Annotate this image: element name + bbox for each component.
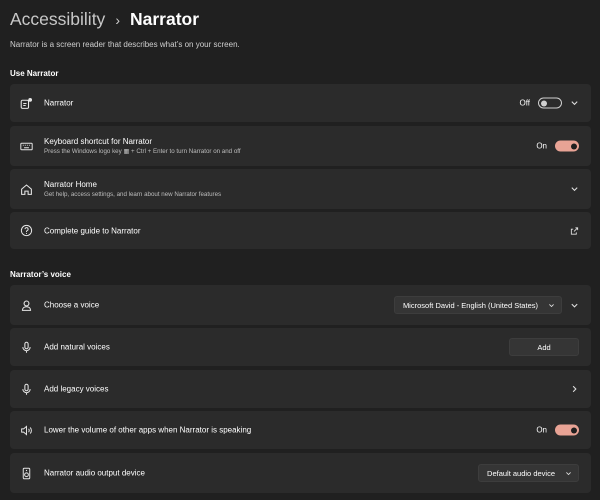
page-title: Narrator: [129, 8, 200, 29]
chevron-down-icon[interactable]: [570, 301, 579, 310]
keyboard-shortcut-card: Keyboard shortcut for Narrator Press the…: [10, 126, 591, 166]
chevron-down-icon[interactable]: [570, 99, 579, 108]
speaker-device-icon: [20, 467, 33, 480]
keyboard-shortcut-title: Keyboard shortcut for Narrator: [44, 137, 153, 146]
microphone-icon: [20, 341, 33, 354]
section-title-use-narrator: Use Narrator: [10, 69, 59, 78]
complete-guide-card[interactable]: Complete guide to Narrator: [10, 212, 591, 249]
keyboard-shortcut-subtitle: Press the Windows logo key ▦ + Ctrl + En…: [44, 148, 241, 155]
legacy-voices-card[interactable]: Add legacy voices: [10, 370, 591, 408]
audio-output-title: Narrator audio output device: [44, 468, 145, 478]
voice-dropdown[interactable]: Microsoft David - English (United States…: [393, 296, 562, 314]
lower-volume-title: Lower the volume of other apps when Narr…: [44, 425, 252, 435]
narrator-home-subtitle: Get help, access settings, and learn abo…: [44, 191, 222, 198]
page-description: Narrator is a screen reader that describ…: [10, 40, 240, 49]
narrator-card[interactable]: Narrator Off: [10, 84, 591, 122]
help-icon: [20, 224, 33, 237]
narrator-state-label: Off: [519, 98, 530, 108]
breadcrumb: Accessibility › Narrator: [10, 6, 199, 32]
choose-voice-card[interactable]: Choose a voice Microsoft David - English…: [10, 285, 591, 325]
section-title-narrators-voice: Narrator’s voice: [10, 270, 71, 279]
voice-dropdown-value: Microsoft David - English (United States…: [402, 300, 538, 310]
chevron-down-icon: [565, 470, 572, 477]
natural-voices-title: Add natural voices: [44, 342, 110, 352]
audio-output-dropdown-value: Default audio device: [487, 468, 555, 478]
breadcrumb-separator: ›: [115, 11, 120, 28]
volume-icon: [20, 424, 33, 437]
keyboard-shortcut-state-label: On: [536, 141, 547, 151]
breadcrumb-accessibility[interactable]: Accessibility: [10, 9, 105, 30]
narrator-settings-page: Accessibility › Narrator Narrator is a s…: [0, 0, 600, 500]
person-voice-icon: [20, 299, 33, 312]
chevron-down-icon[interactable]: [570, 185, 579, 194]
narrator-home-card[interactable]: Narrator Home Get help, access settings,…: [10, 169, 591, 209]
add-voice-button[interactable]: Add: [509, 338, 579, 356]
narrator-icon: [20, 97, 33, 110]
external-link-icon[interactable]: [570, 226, 579, 235]
narrator-toggle[interactable]: [538, 97, 562, 109]
narrator-title: Narrator: [44, 98, 74, 108]
chevron-down-icon: [548, 302, 555, 309]
choose-voice-title: Choose a voice: [44, 300, 100, 310]
lower-volume-toggle[interactable]: [555, 424, 579, 436]
natural-voices-card: Add natural voices Add: [10, 328, 591, 366]
audio-output-card: Narrator audio output device Default aud…: [10, 453, 591, 493]
home-icon: [20, 183, 33, 196]
keyboard-icon: [20, 140, 33, 153]
legacy-voices-title: Add legacy voices: [44, 384, 109, 394]
audio-output-dropdown[interactable]: Default audio device: [478, 464, 579, 482]
chevron-right-icon[interactable]: [570, 385, 579, 394]
lower-volume-state-label: On: [536, 425, 547, 435]
keyboard-shortcut-toggle[interactable]: [555, 140, 579, 152]
narrator-home-title: Narrator Home: [44, 180, 97, 189]
complete-guide-title: Complete guide to Narrator: [44, 226, 141, 235]
microphone-icon: [20, 383, 33, 396]
lower-volume-card: Lower the volume of other apps when Narr…: [10, 411, 591, 449]
